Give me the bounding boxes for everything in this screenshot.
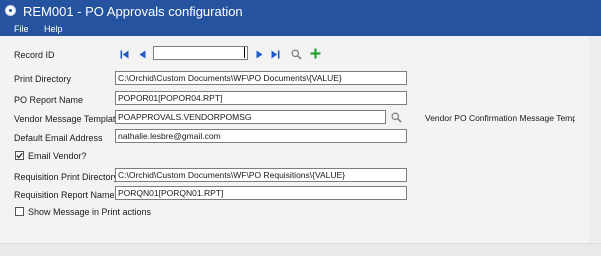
- title-bar: REM001 - PO Approvals configuration: [0, 0, 601, 22]
- first-record-icon[interactable]: [120, 50, 130, 59]
- print-directory-input[interactable]: C:\Orchid\Custom Documents\WF\PO Documen…: [115, 71, 407, 85]
- show-message-label: Show Message in Print actions: [28, 207, 152, 217]
- checkmark-icon: [16, 152, 23, 159]
- last-record-icon[interactable]: [270, 50, 280, 59]
- next-record-icon[interactable]: [254, 50, 264, 59]
- vendor-message-template-input[interactable]: POAPPROVALS.VENDORPOMSG: [115, 110, 386, 124]
- add-icon[interactable]: [310, 48, 321, 59]
- req-report-name-input[interactable]: PORQN01[PORQN01.RPT]: [115, 186, 407, 200]
- req-print-directory-label: Requisition Print Directory: [14, 172, 119, 182]
- window-title: REM001 - PO Approvals configuration: [23, 4, 243, 19]
- print-directory-label: Print Directory: [14, 74, 72, 84]
- search-icon[interactable]: [291, 49, 302, 60]
- email-vendor-checkbox[interactable]: [15, 151, 24, 160]
- menu-file[interactable]: File: [14, 24, 29, 34]
- default-email-input[interactable]: nathalie.lesbre@gmail.com: [115, 129, 407, 143]
- req-print-directory-input[interactable]: C:\Orchid\Custom Documents\WF\PO Requisi…: [115, 168, 407, 182]
- text-cursor: [244, 47, 245, 58]
- menu-help[interactable]: Help: [44, 24, 63, 34]
- vendor-message-template-label: Vendor Message Templat: [14, 114, 116, 124]
- po-report-name-input[interactable]: POPOR01[POPOR04.RPT]: [115, 91, 407, 105]
- menu-bar: File Help: [0, 22, 601, 36]
- record-id-label: Record ID: [14, 50, 55, 60]
- req-report-name-label: Requisition Report Name: [14, 190, 115, 200]
- default-email-label: Default Email Address: [14, 133, 103, 143]
- email-vendor-label: Email Vendor?: [28, 151, 87, 161]
- status-area: [0, 243, 601, 256]
- finder-icon[interactable]: [391, 112, 402, 123]
- vertical-scrollbar[interactable]: [589, 36, 601, 243]
- vendor-po-confirmation-label: Vendor PO Confirmation Message Template: [425, 113, 575, 123]
- record-id-input[interactable]: [153, 46, 248, 60]
- app-icon: [5, 5, 16, 16]
- prev-record-icon[interactable]: [138, 50, 148, 59]
- po-report-name-label: PO Report Name: [14, 95, 84, 105]
- show-message-checkbox[interactable]: [15, 207, 24, 216]
